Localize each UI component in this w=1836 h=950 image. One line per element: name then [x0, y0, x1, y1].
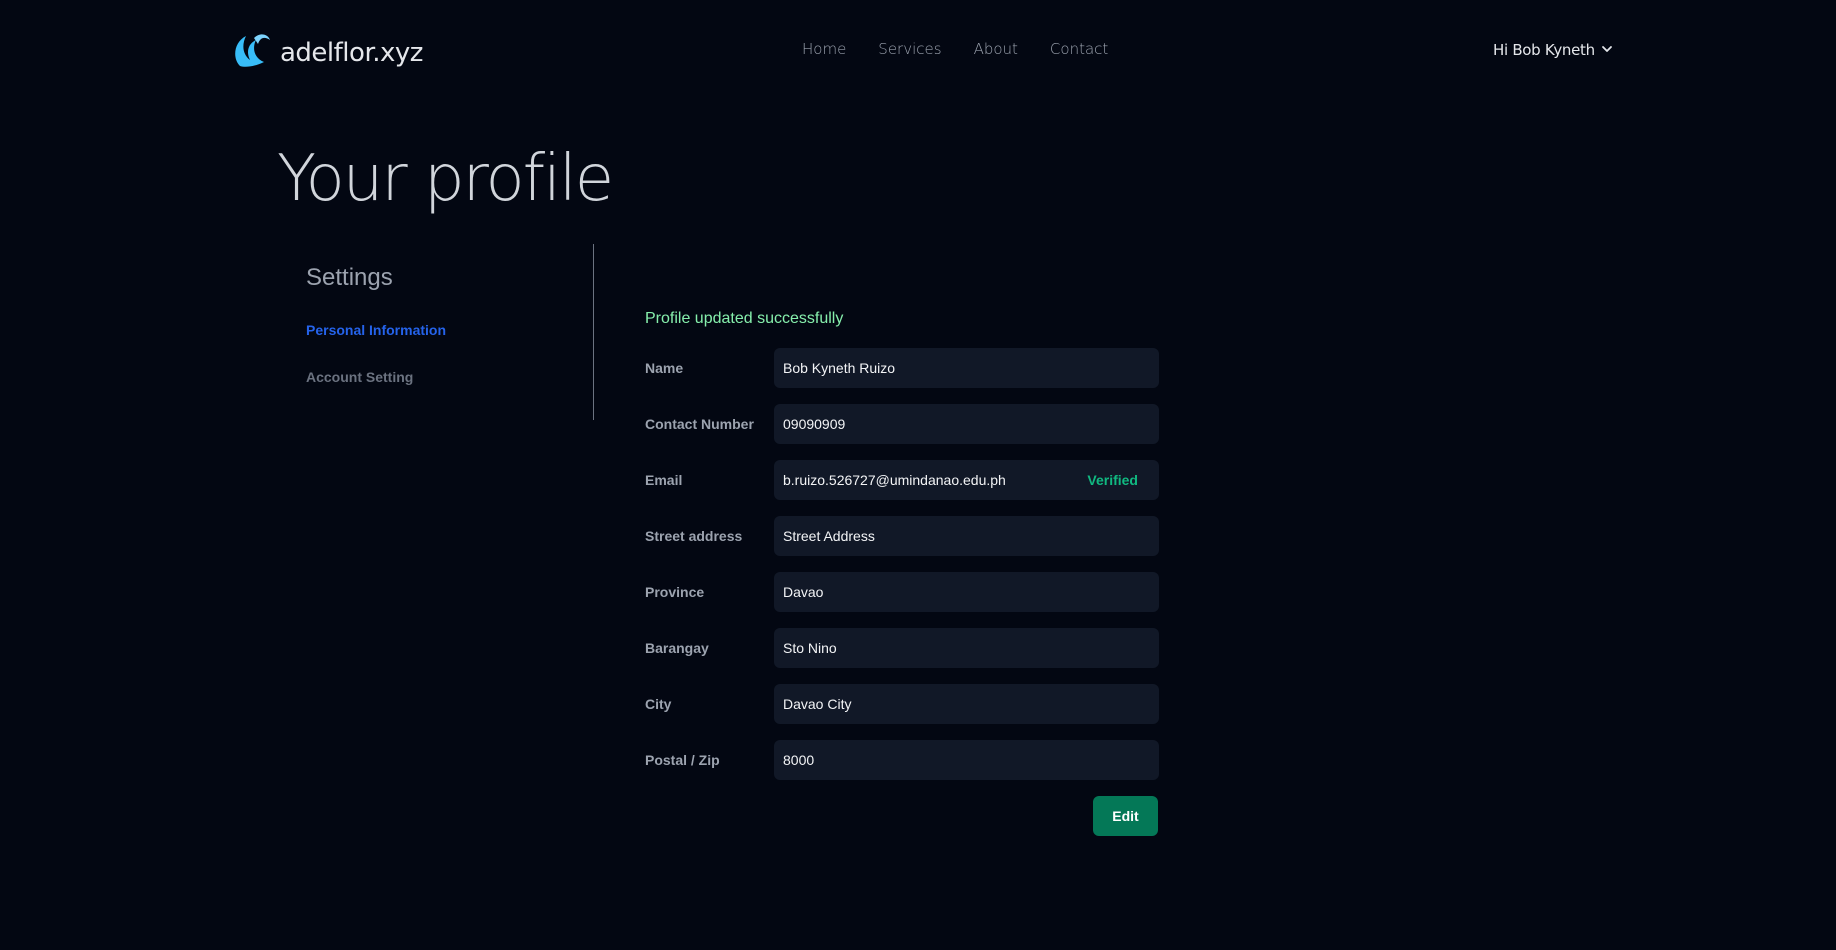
name-label: Name — [645, 360, 684, 376]
postal-zip-input[interactable] — [774, 740, 1159, 780]
email-label: Email — [645, 472, 683, 488]
city-field-box — [774, 684, 1159, 724]
brand-name: adelflor.xyz — [280, 37, 423, 68]
barangay-label: Barangay — [645, 640, 709, 656]
province-label: Province — [645, 584, 705, 600]
site-header: adelflor.xyz Home Services About Contact… — [0, 0, 1836, 102]
city-label: City — [645, 696, 672, 712]
street-address-input[interactable] — [774, 516, 1159, 556]
form-row-street-address: Street address — [645, 516, 1159, 556]
city-input[interactable] — [774, 684, 1159, 724]
page-title: Your profile — [277, 142, 614, 216]
postal-zip-field-box — [774, 740, 1159, 780]
form-row-contact-number: Contact Number — [645, 404, 1159, 444]
form-row-postal-zip: Postal / Zip — [645, 740, 1159, 780]
contact-number-input[interactable] — [774, 404, 1159, 444]
province-field-box — [774, 572, 1159, 612]
nav-link-contact[interactable]: Contact — [1050, 40, 1108, 58]
province-input[interactable] — [774, 572, 1159, 612]
postal-zip-label: Postal / Zip — [645, 752, 720, 768]
nav-link-home[interactable]: Home — [802, 40, 846, 58]
main-nav: Home Services About Contact — [802, 40, 1108, 58]
verified-badge: Verified — [1087, 472, 1138, 488]
email-field-box: Verified — [774, 460, 1159, 500]
contact-number-field-box — [774, 404, 1159, 444]
settings-sidebar: Settings Personal Information Account Se… — [306, 244, 594, 420]
nav-link-about[interactable]: About — [974, 40, 1018, 58]
nav-link-services[interactable]: Services — [878, 40, 941, 58]
user-menu-toggle[interactable]: Hi Bob Kyneth — [1493, 41, 1613, 59]
brand-logo[interactable]: adelflor.xyz — [232, 30, 423, 75]
sidebar-item-personal-information[interactable]: Personal Information — [306, 322, 593, 338]
form-row-province: Province — [645, 572, 1159, 612]
edit-button[interactable]: Edit — [1093, 796, 1158, 836]
chevron-down-icon — [1601, 41, 1613, 59]
street-address-label: Street address — [645, 528, 743, 544]
sidebar-item-account-setting[interactable]: Account Setting — [306, 369, 593, 385]
user-greeting: Hi Bob Kyneth — [1493, 41, 1595, 59]
name-input[interactable] — [774, 348, 1159, 388]
barangay-field-box — [774, 628, 1159, 668]
form-row-name: Name — [645, 348, 1159, 388]
contact-number-label: Contact Number — [645, 416, 754, 432]
street-address-field-box — [774, 516, 1159, 556]
form-row-city: City — [645, 684, 1159, 724]
form-row-email: Email Verified — [645, 460, 1159, 500]
barangay-input[interactable] — [774, 628, 1159, 668]
sidebar-title: Settings — [306, 264, 393, 291]
name-field-box — [774, 348, 1159, 388]
wave-logo-icon — [232, 30, 272, 75]
success-message: Profile updated successfully — [645, 310, 844, 327]
form-row-barangay: Barangay — [645, 628, 1159, 668]
